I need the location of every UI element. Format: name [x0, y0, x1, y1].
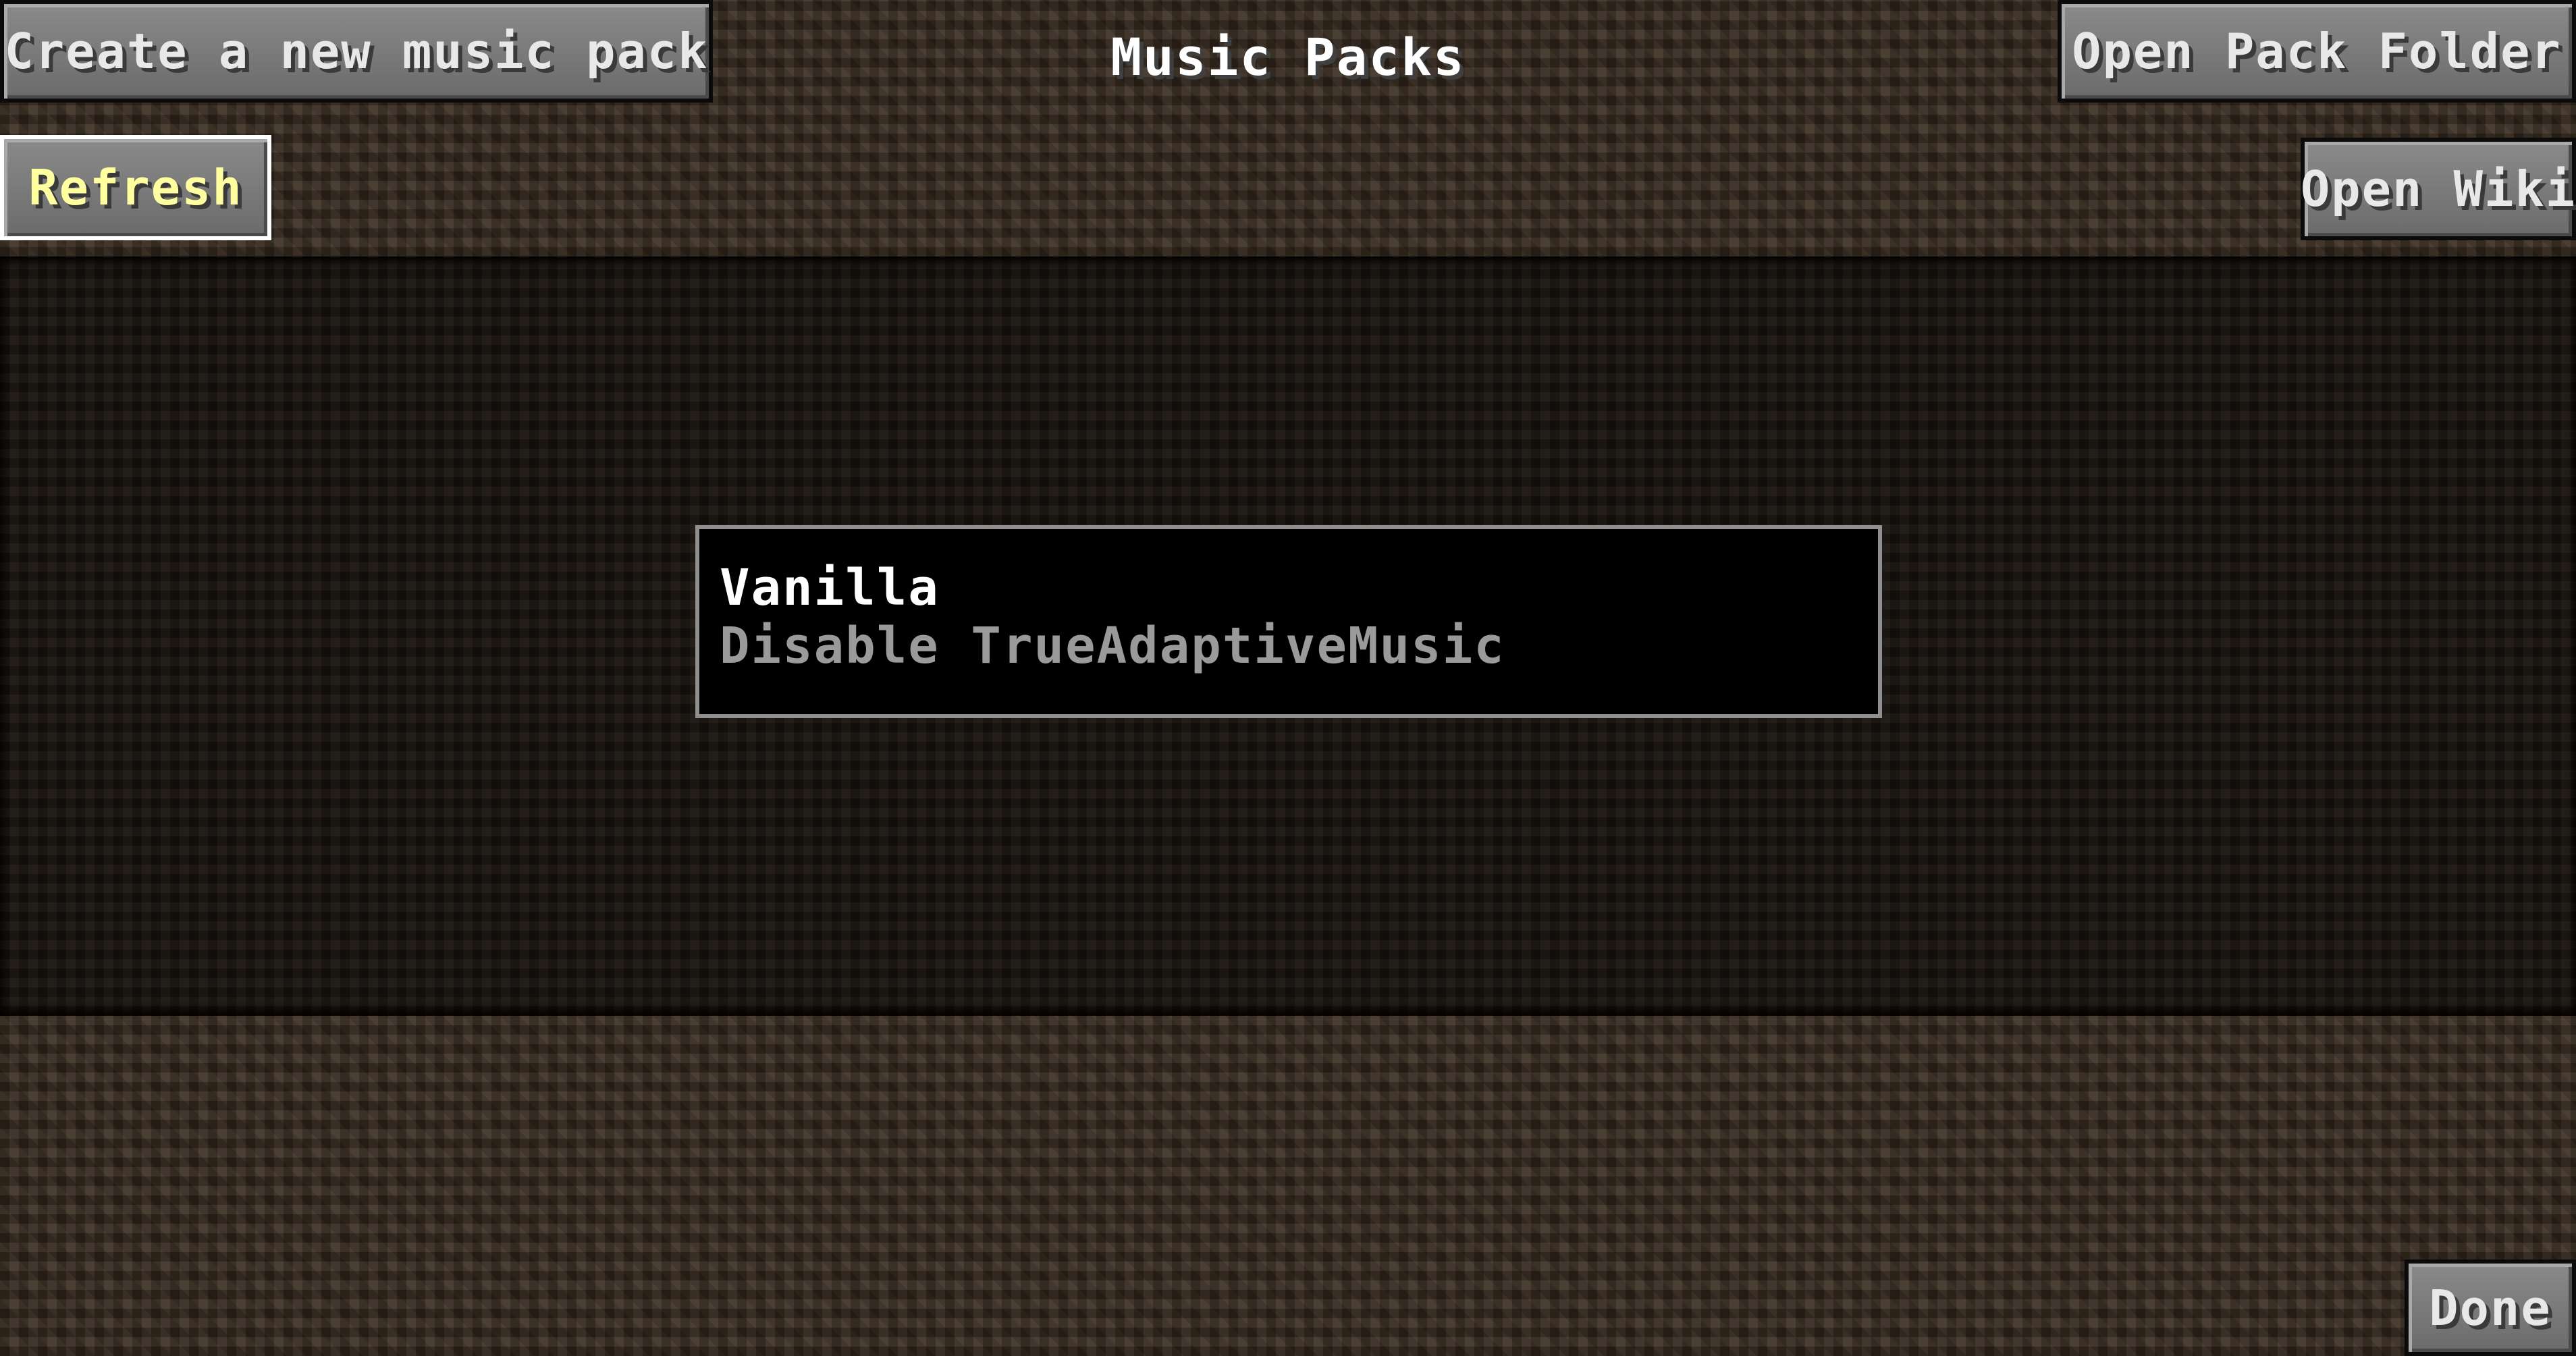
footer-background	[0, 1016, 2576, 1356]
page-title: Music Packs	[1110, 27, 1466, 87]
list-item[interactable]: Vanilla Disable TrueAdaptiveMusic	[695, 525, 1882, 718]
pack-description: Disable TrueAdaptiveMusic	[720, 617, 1505, 675]
refresh-button[interactable]: Refresh	[0, 135, 271, 240]
open-pack-folder-button[interactable]: Open Pack Folder	[2058, 0, 2576, 103]
pack-name: Vanilla	[720, 559, 940, 617]
pack-list[interactable]: Vanilla Disable TrueAdaptiveMusic	[0, 256, 2576, 1016]
open-wiki-button[interactable]: Open Wiki	[2301, 138, 2576, 240]
create-music-pack-button[interactable]: Create a new music pack	[0, 0, 713, 103]
done-button[interactable]: Done	[2405, 1259, 2576, 1356]
